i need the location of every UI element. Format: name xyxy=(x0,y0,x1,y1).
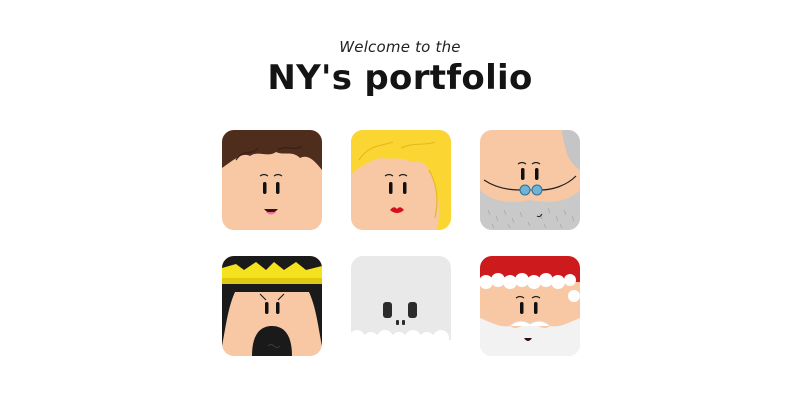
avatar-boy[interactable] xyxy=(222,130,322,230)
avatar-grid xyxy=(222,130,580,356)
avatar-santa[interactable] xyxy=(480,256,580,356)
page-title: NY's portfolio xyxy=(267,58,533,98)
avatar-woman[interactable] xyxy=(351,130,451,230)
blonde-woman-face-icon xyxy=(351,130,451,230)
avatar-ghost[interactable] xyxy=(351,256,451,356)
avatar-king[interactable] xyxy=(222,256,322,356)
brown-hair-face-icon xyxy=(222,130,322,230)
santa-face-icon xyxy=(480,256,580,356)
crowned-king-face-icon xyxy=(222,256,322,356)
welcome-text: Welcome to the xyxy=(339,38,461,56)
ghost-face-icon xyxy=(351,256,451,356)
avatar-grandpa[interactable] xyxy=(480,130,580,230)
old-man-glasses-face-icon xyxy=(480,130,580,230)
